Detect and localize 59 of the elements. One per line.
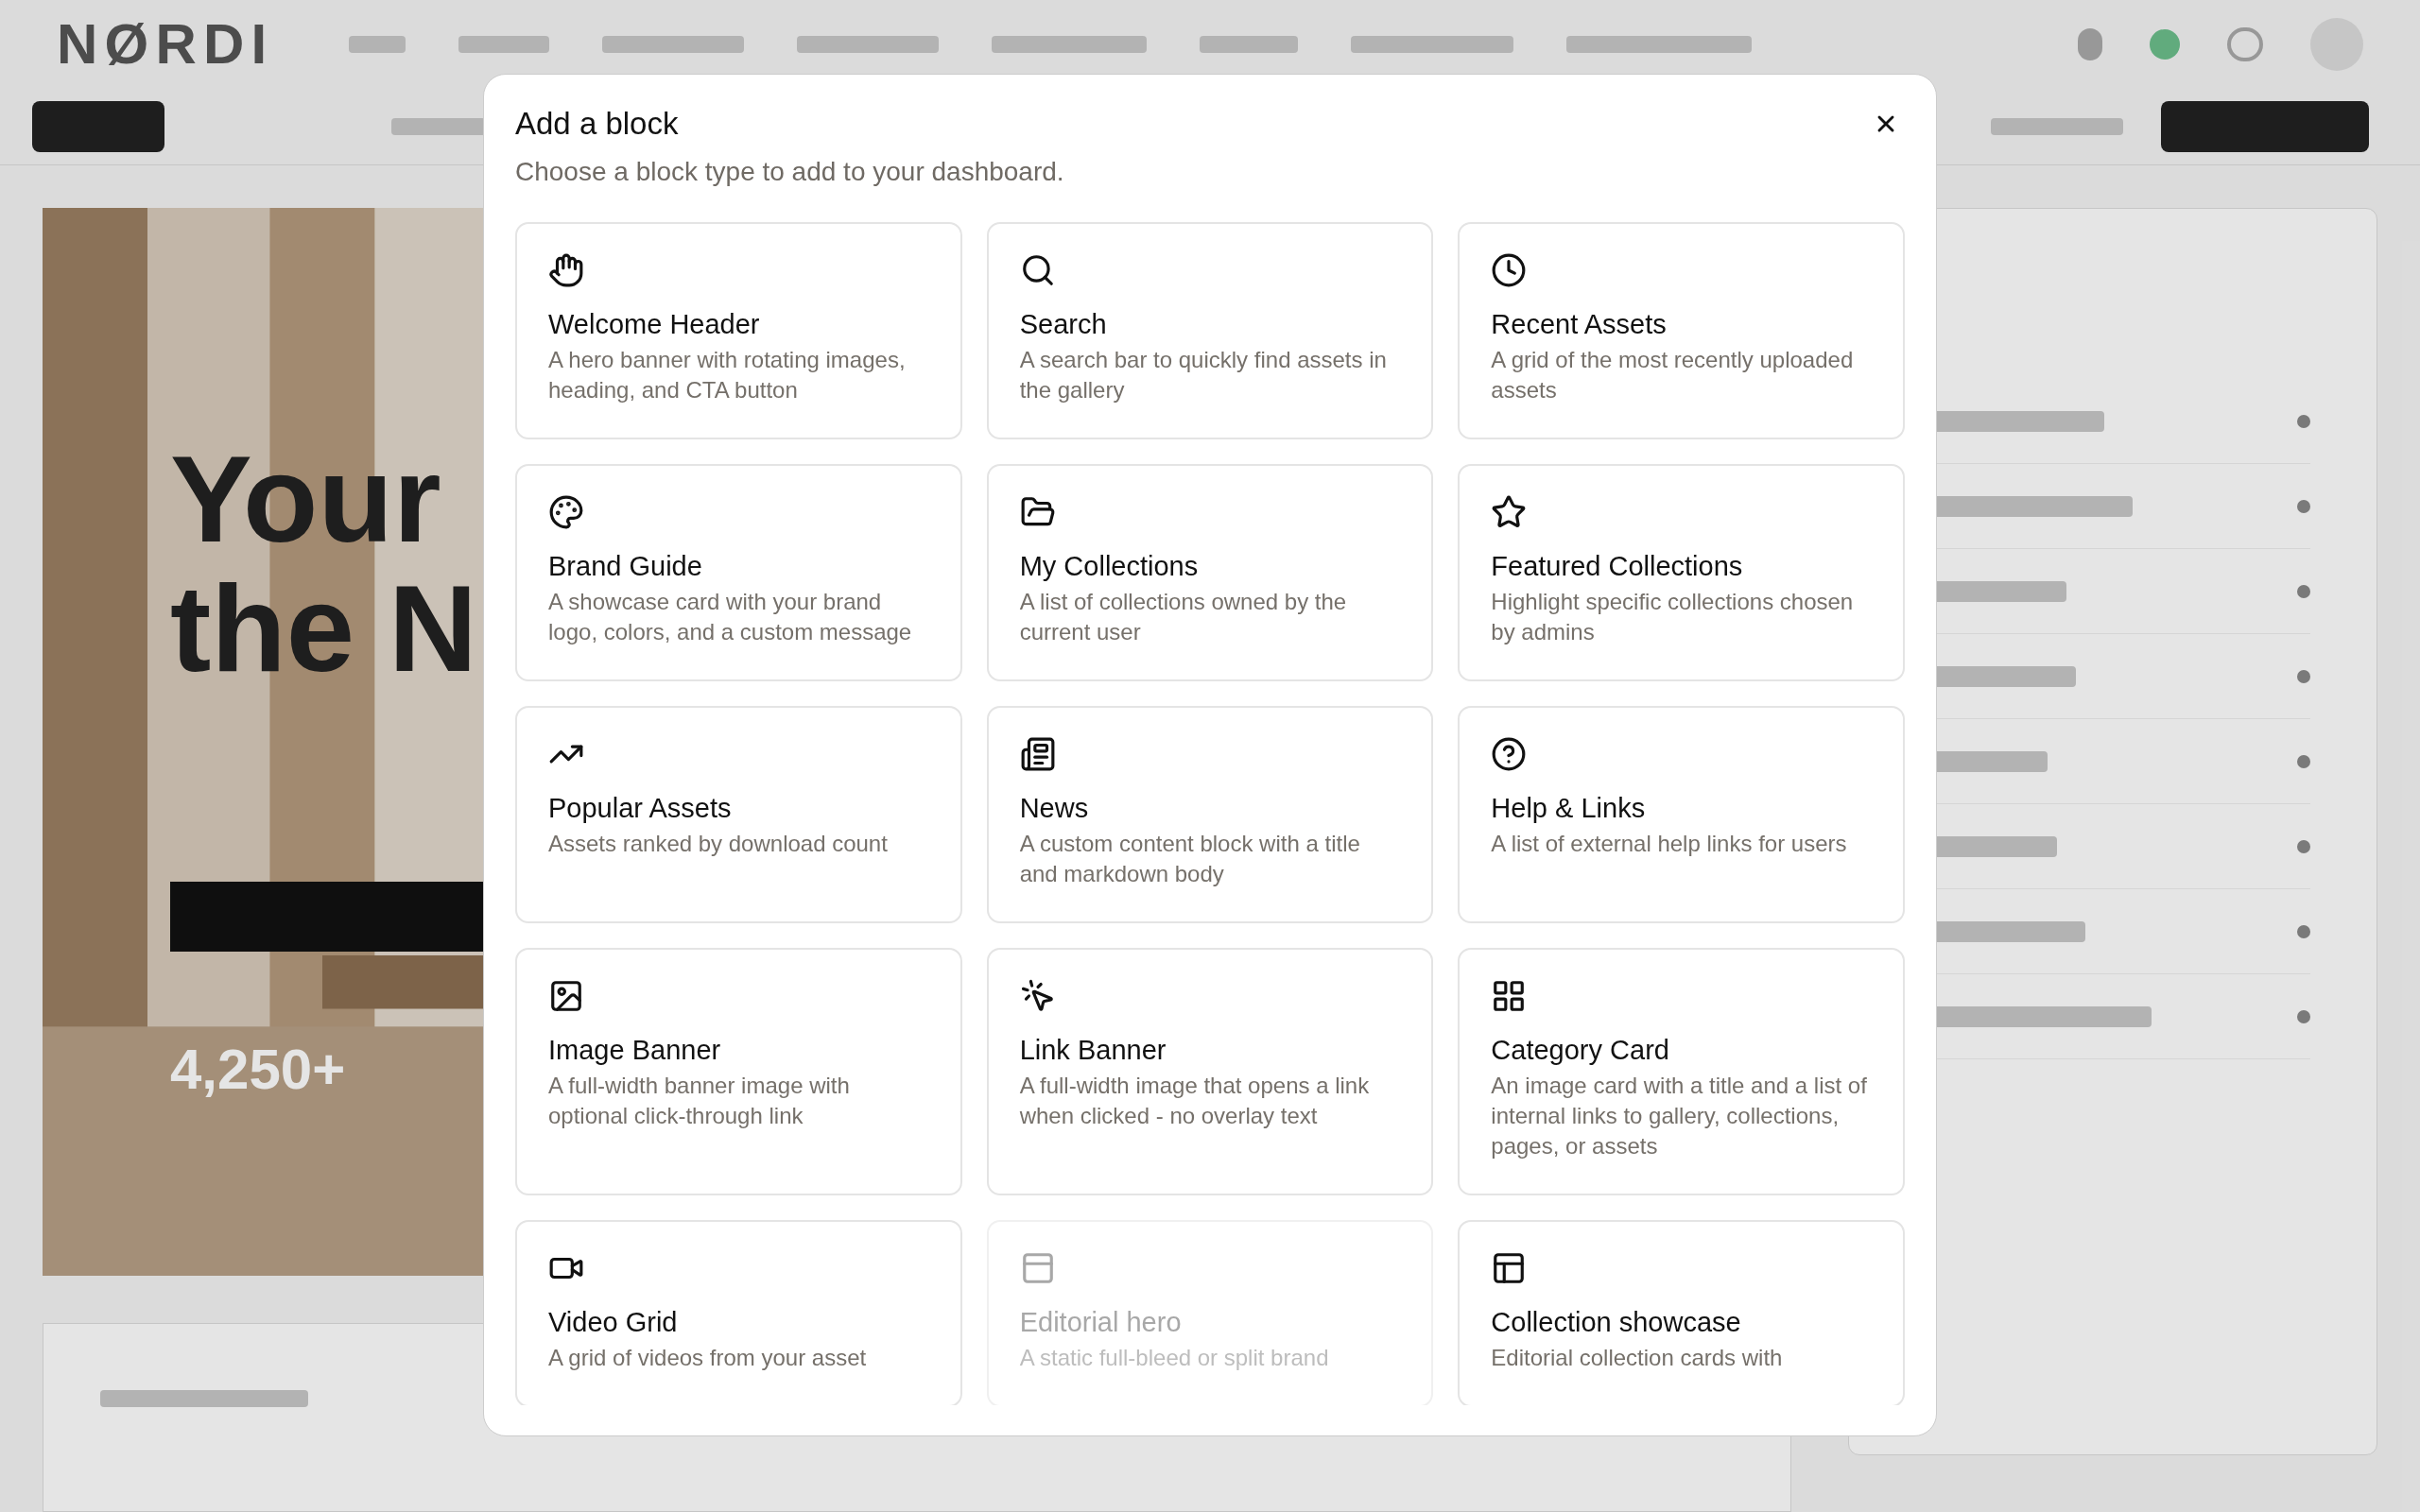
block-description: A hero banner with rotating images, heading, and CTA button (548, 346, 907, 404)
block-card[interactable]: Video Grid A grid of videos from your asset (515, 1220, 962, 1405)
block-description: An image card with a title and a list of internal links to gallery, collections, pages, or assets (1491, 1072, 1868, 1160)
block-description: A search bar to quickly find assets in the gallery (1019, 346, 1388, 404)
block-title: Video Grid (548, 1306, 679, 1339)
image-icon (548, 978, 584, 1014)
block-title: Recent Assets (1491, 308, 1668, 341)
block-card[interactable]: Welcome Header A hero banner with rotating images, heading, and CTA button (515, 222, 962, 439)
hero-heading: the N (170, 563, 477, 693)
block-title: My Collections (1019, 550, 1200, 583)
hero-heading: Your (170, 435, 441, 564)
newspaper-icon (1019, 736, 1056, 772)
block-title: Help & Links (1491, 792, 1647, 825)
pointer-click-icon (1019, 978, 1056, 1014)
block-card[interactable]: Help & Links A list of external help links for users (1458, 706, 1905, 923)
block-description: Editorial collection cards with (1491, 1344, 1784, 1372)
block-card[interactable]: Search A search bar to quickly find assets in the gallery (986, 222, 1434, 439)
clock-icon (1491, 252, 1528, 288)
block-title: Search (1019, 308, 1108, 341)
block-description: A grid of videos from your asset (548, 1344, 868, 1372)
block-title: Image Banner (548, 1034, 722, 1067)
block-description: A static full-bleed or split brand (1019, 1344, 1330, 1372)
block-title: Brand Guide (548, 550, 703, 583)
dialog-title: Add a block (515, 105, 679, 143)
hand-icon (548, 252, 584, 288)
block-description: A list of external help links for users (1491, 830, 1848, 858)
block-card[interactable]: Image Banner A full-width banner image with optional click-through link (515, 948, 962, 1195)
text-placeholder (349, 36, 406, 53)
block-card[interactable]: Category Card An image card with a title and a list of internal links to gallery, collections, pages, or assets (1458, 948, 1905, 1195)
block-card[interactable]: Collection showcase Editorial collection cards with (1458, 1220, 1905, 1405)
block-title: Popular Assets (548, 792, 733, 825)
hero-stat: 4,250+ (170, 1037, 346, 1103)
block-title: Category Card (1491, 1034, 1670, 1067)
block-title: Welcome Header (548, 308, 761, 341)
block-title: Editorial hero (1019, 1306, 1183, 1339)
block-description: Assets ranked by download count (548, 830, 889, 858)
block-description: A list of collections owned by the current user (1019, 588, 1348, 646)
block-title: Link Banner (1019, 1034, 1167, 1067)
block-card[interactable]: Recent Assets A grid of the most recently uploaded assets (1458, 222, 1905, 439)
block-title: News (1019, 792, 1090, 825)
block-description: Highlight specific collections chosen by admins (1491, 588, 1855, 646)
dialog-subtitle: Choose a block type to add to your dashboard. (515, 156, 1065, 188)
block-description: A showcase card with your brand logo, colors, and a custom message (548, 588, 913, 646)
block-description: A custom content block with a title and markdown body (1019, 830, 1361, 888)
star-icon (1491, 494, 1528, 530)
block-title: Collection showcase (1491, 1306, 1742, 1339)
block-card[interactable]: Popular Assets Assets ranked by download count (515, 706, 962, 923)
block-description: A grid of the most recently uploaded assets (1491, 346, 1855, 404)
logo[interactable]: NØRDI (57, 2, 274, 87)
block-card[interactable]: My Collections A list of collections owned by the current user (986, 464, 1434, 681)
help-icon (1491, 736, 1528, 772)
block-card[interactable]: Brand Guide A showcase card with your brand logo, colors, and a custom message (515, 464, 962, 681)
block-title: Featured Collections (1491, 550, 1744, 583)
block-card[interactable]: Link Banner A full-width image that opens a link when clicked - no overlay text (986, 948, 1434, 1195)
block-description: A full-width banner image with optional click-through link (548, 1072, 851, 1130)
palette-icon (548, 494, 584, 530)
block-description: A full-width image that opens a link when clicked - no overlay text (1019, 1072, 1371, 1130)
block-card[interactable]: Featured Collections Highlight specific collections chosen by admins (1458, 464, 1905, 681)
block-card[interactable]: News A custom content block with a title and markdown body (986, 706, 1434, 923)
